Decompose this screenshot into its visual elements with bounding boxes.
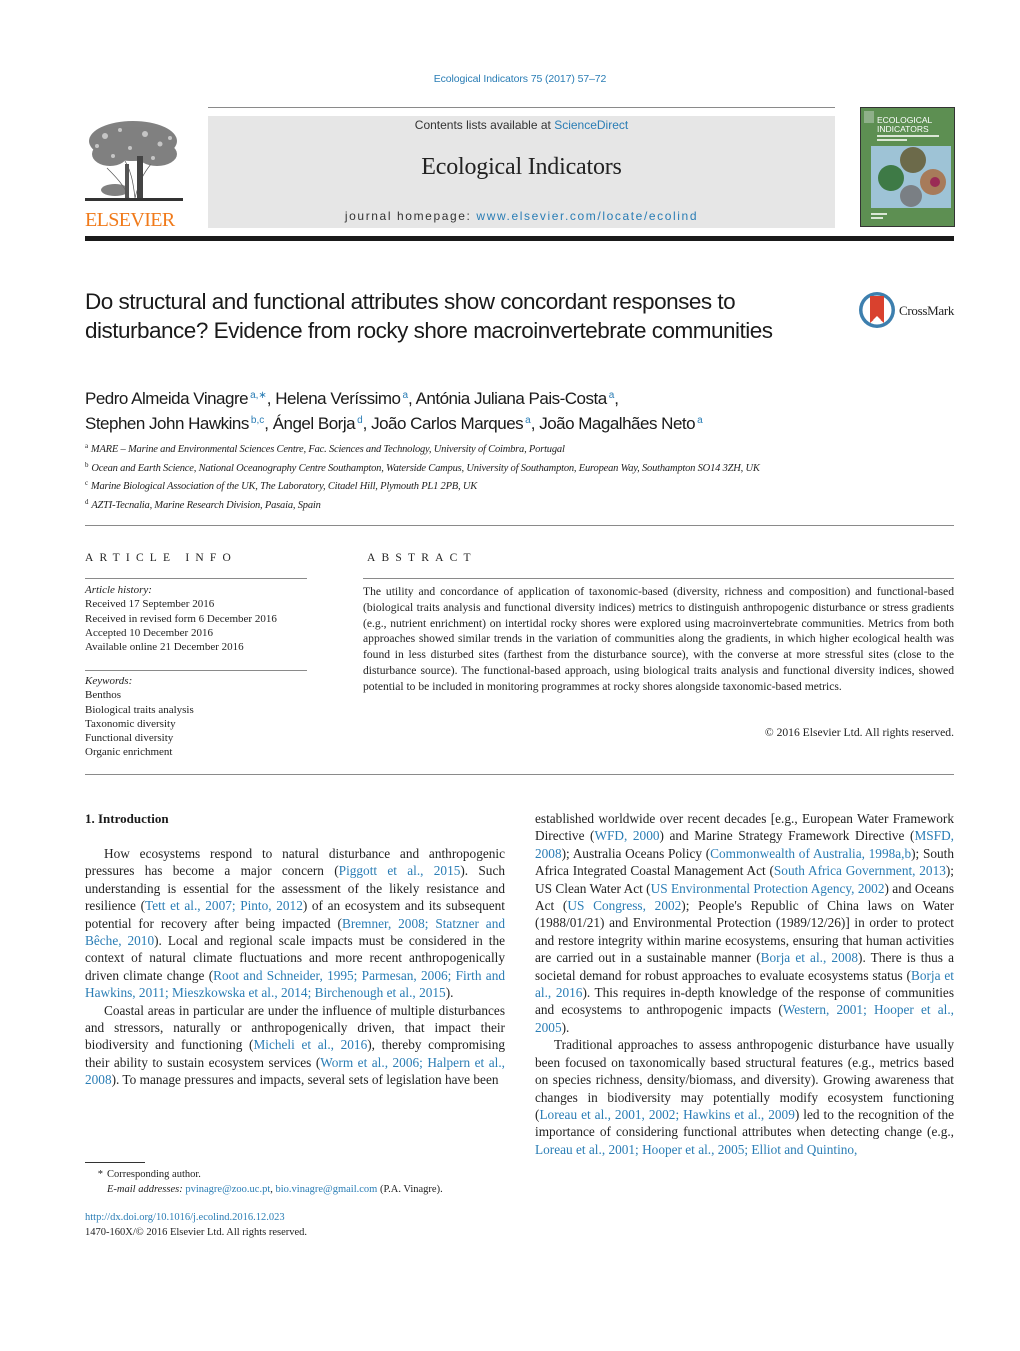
journal-homepage-link[interactable]: www.elsevier.com/locate/ecolind bbox=[476, 209, 698, 223]
section-heading-introduction: 1. Introduction bbox=[85, 811, 169, 826]
author[interactable]: João Carlos Marques a bbox=[371, 414, 531, 433]
author[interactable]: João Magalhães Neto a bbox=[539, 414, 702, 433]
abstract-heading: ABSTRACT bbox=[367, 552, 477, 564]
doi-link[interactable]: http://dx.doi.org/10.1016/j.ecolind.2016… bbox=[85, 1212, 285, 1223]
cover-image-icon: ECOLOGICAL INDICATORS bbox=[861, 108, 954, 226]
citation-link[interactable]: Tett et al., 2007; Pinto, 2012 bbox=[145, 898, 303, 913]
abstract-copyright: © 2016 Elsevier Ltd. All rights reserved… bbox=[764, 726, 954, 739]
affiliation-list: a MARE – Marine and Environmental Science… bbox=[85, 439, 845, 513]
history-entry: Accepted 10 December 2016 bbox=[85, 626, 213, 639]
divider bbox=[85, 774, 954, 775]
homepage-prefix: journal homepage: bbox=[344, 209, 477, 223]
divider bbox=[363, 578, 954, 579]
citation-link[interactable]: Worm et al., 2006; Halpern et al., 2008 bbox=[85, 1055, 505, 1087]
author-line-1: Pedro Almeida Vinagre a,∗, Helena Veríssi… bbox=[85, 389, 619, 408]
body-column-left: How ecosystems respond to natural distur… bbox=[85, 845, 505, 1089]
article-history-heading: Article history: bbox=[85, 584, 152, 596]
elsevier-wordmark: ELSEVIER bbox=[85, 209, 175, 231]
header-thick-divider bbox=[85, 236, 954, 241]
keywords-heading: Keywords: bbox=[85, 675, 133, 687]
elsevier-tree-icon bbox=[85, 121, 183, 201]
body-paragraph: established worldwide over recent decade… bbox=[535, 811, 955, 1035]
divider bbox=[85, 525, 954, 526]
footnote-marker: * bbox=[97, 1169, 103, 1180]
citation-link[interactable]: Piggott et al., 2015 bbox=[339, 863, 461, 878]
journal-title: Ecological Indicators bbox=[421, 154, 622, 180]
author-affiliation-marker[interactable]: a bbox=[697, 415, 703, 426]
journal-masthead: Contents lists available at ScienceDirec… bbox=[208, 116, 835, 228]
homepage-line: journal homepage: www.elsevier.com/locat… bbox=[208, 209, 835, 223]
elsevier-logo[interactable]: ELSEVIER bbox=[85, 116, 185, 231]
divider bbox=[85, 670, 307, 671]
keyword: Functional diversity bbox=[85, 732, 174, 745]
email-addresses: E-mail addresses: pvinagre@zoo.uc.pt, bi… bbox=[107, 1183, 443, 1195]
email-link[interactable]: bio.vinagre@gmail.com bbox=[276, 1184, 378, 1195]
contents-line: Contents lists available at ScienceDirec… bbox=[208, 118, 835, 132]
citation-link[interactable]: South Africa Government, 2013 bbox=[774, 863, 946, 878]
citation-link[interactable]: Commonwealth of Australia, 1998a,b bbox=[710, 846, 911, 861]
citation-link[interactable]: Micheli et al., 2016 bbox=[253, 1037, 367, 1052]
keywords: Keywords: Benthos Biological traits anal… bbox=[85, 674, 315, 760]
citation-link[interactable]: US Environmental Protection Agency, 2002 bbox=[651, 881, 885, 896]
citation-link[interactable]: Western, 2001; Hooper et al., 2005 bbox=[535, 1002, 954, 1034]
abstract-body: The utility and concordance of applicati… bbox=[363, 585, 954, 693]
affiliation: d AZTI-Tecnalia, Marine Research Division… bbox=[85, 497, 321, 511]
article-info-heading: ARTICLE INFO bbox=[85, 552, 237, 564]
corresponding-author-note: * Corresponding author. bbox=[85, 1168, 515, 1183]
journal-cover-thumbnail[interactable]: ECOLOGICAL INDICATORS bbox=[860, 107, 955, 227]
crossmark-label: CrossMark bbox=[899, 303, 955, 318]
author[interactable]: Stephen John Hawkins b,c bbox=[85, 414, 264, 433]
cover-title-line2: INDICATORS bbox=[877, 124, 929, 134]
keyword: Biological traits analysis bbox=[85, 703, 194, 716]
affiliation: a MARE – Marine and Environmental Science… bbox=[85, 442, 565, 455]
history-entry: Received in revised form 6 December 2016 bbox=[85, 612, 277, 625]
citation-link[interactable]: Bremner, 2008; Statzner and Bêche, 2010 bbox=[85, 916, 505, 948]
citation-link[interactable]: Borja et al., 2008 bbox=[761, 950, 858, 965]
author-affiliation-marker[interactable]: a,∗ bbox=[250, 390, 267, 401]
issn-copyright: 1470-160X/© 2016 Elsevier Ltd. All right… bbox=[85, 1226, 308, 1238]
author-affiliation-marker[interactable]: b,c bbox=[251, 415, 264, 426]
author[interactable]: Ángel Borja d bbox=[273, 414, 363, 433]
citation-link[interactable]: Loreau et al., 2001, 2002; Hawkins et al… bbox=[539, 1107, 794, 1122]
citation-link[interactable]: Root and Schneider, 1995; Parmesan, 2006… bbox=[85, 968, 505, 1000]
email-label: E-mail addresses: bbox=[107, 1183, 186, 1195]
article-title: Do structural and functional attributes … bbox=[85, 289, 773, 343]
doi-block: http://dx.doi.org/10.1016/j.ecolind.2016… bbox=[85, 1211, 515, 1240]
sciencedirect-link[interactable]: ScienceDirect bbox=[554, 118, 628, 132]
body-paragraph: How ecosystems respond to natural distur… bbox=[85, 846, 506, 1001]
author-list: Pedro Almeida Vinagre a,∗, Helena Veríssi… bbox=[85, 385, 885, 435]
contents-prefix: Contents lists available at bbox=[414, 118, 555, 132]
crossmark-badge[interactable]: CrossMark bbox=[858, 290, 958, 330]
keyword: Taxonomic diversity bbox=[85, 717, 176, 730]
journal-reference-link[interactable]: Ecological Indicators 75 (2017) 57–72 bbox=[0, 73, 1020, 85]
citation-link[interactable]: WFD, 2000 bbox=[594, 828, 659, 843]
citation-link[interactable]: Borja et al., 2016 bbox=[535, 968, 954, 1000]
divider bbox=[85, 578, 307, 579]
author[interactable]: Helena Veríssimo a bbox=[275, 389, 408, 408]
history-entry: Available online 21 December 2016 bbox=[85, 641, 244, 654]
keyword: Organic enrichment bbox=[85, 746, 173, 759]
footnote-divider bbox=[85, 1162, 145, 1163]
author-line-2: Stephen John Hawkins b,c, Ángel Borja d, J… bbox=[85, 414, 703, 433]
keyword: Benthos bbox=[85, 689, 122, 702]
affiliation: b Ocean and Earth Science, National Ocean… bbox=[85, 460, 760, 474]
author[interactable]: Antónia Juliana Pais-Costa a bbox=[416, 389, 615, 408]
body-paragraph: Traditional approaches to assess anthrop… bbox=[535, 1037, 955, 1157]
citation-link[interactable]: Loreau et al., 2001; Hooper et al., 2005… bbox=[535, 1142, 857, 1157]
body-paragraph: Coastal areas in particular are under th… bbox=[85, 1002, 506, 1088]
body-column-right: established worldwide over recent decade… bbox=[535, 810, 954, 1158]
affiliation: c Marine Biological Association of the UK… bbox=[85, 479, 478, 493]
citation-link[interactable]: US Congress, 2002 bbox=[567, 898, 681, 913]
article-history: Article history: Received 17 September 2… bbox=[85, 583, 315, 654]
email-link[interactable]: pvinagre@zoo.uc.pt bbox=[185, 1184, 270, 1195]
history-entry: Received 17 September 2016 bbox=[85, 598, 215, 611]
footnotes: * Corresponding author. E-mail addresses:… bbox=[85, 1168, 515, 1197]
author[interactable]: Pedro Almeida Vinagre a,∗ bbox=[85, 389, 267, 408]
header-divider bbox=[208, 107, 835, 108]
crossmark-icon: CrossMark bbox=[859, 292, 955, 328]
